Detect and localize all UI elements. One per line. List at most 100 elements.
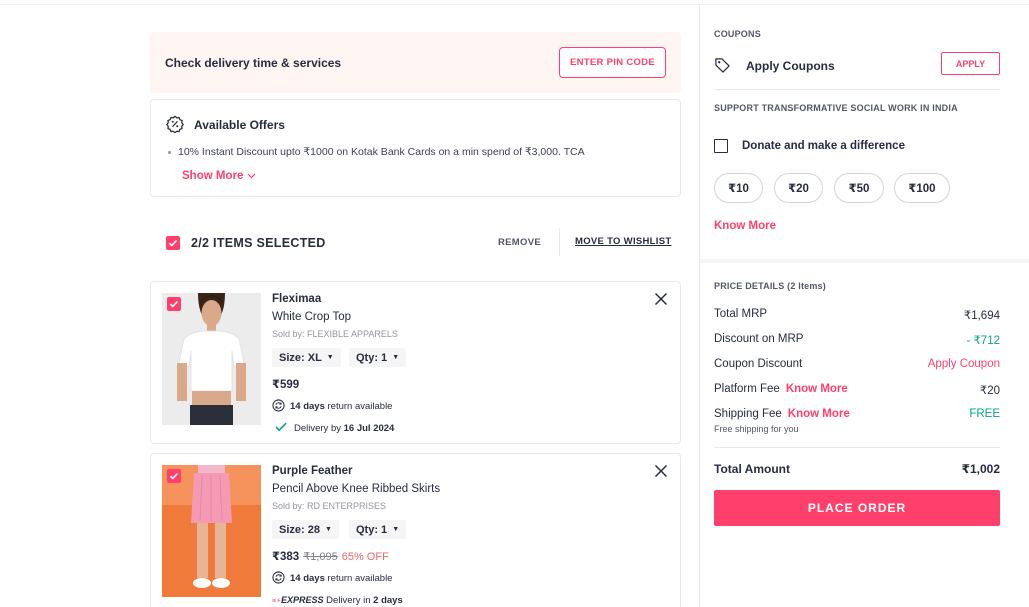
express-icon: ≡⚡: [272, 598, 281, 605]
caret-down-icon: ▼: [392, 526, 400, 533]
section-divider: [700, 259, 1029, 263]
check-icon: [275, 422, 287, 432]
donate-checkbox[interactable]: [714, 139, 728, 153]
offer-text: 10% Instant Discount upto ₹1000 on Kotak…: [178, 146, 585, 158]
platform-fee-label: Platform Fee: [714, 383, 780, 395]
cart-item-card: Purple Feather Pencil Above Knee Ribbed …: [150, 453, 681, 607]
total-mrp-value: ₹1,694: [963, 310, 1000, 322]
items-selected-label: 2/2 ITEMS SELECTED: [191, 236, 326, 250]
delivery-title: Check delivery time & services: [165, 56, 342, 70]
total-mrp-label: Total MRP: [714, 308, 768, 320]
delivery-estimate: Delivery by 16 Jul 2024: [294, 423, 394, 434]
enter-pin-code-button[interactable]: ENTER PIN CODE: [559, 47, 666, 78]
delivery-prefix: Delivery by: [294, 423, 344, 434]
platform-fee-row: Platform Fee Know More: [714, 383, 848, 395]
qty-value: Qty: 1: [356, 523, 388, 536]
shipping-fee-label: Shipping Fee: [714, 408, 782, 420]
express-delivery: ≡⚡EXPRESS Delivery in 2 days: [272, 595, 403, 606]
return-policy: 14 days return available: [290, 573, 392, 584]
qty-selector[interactable]: Qty: 1 ▼: [349, 348, 407, 367]
return-days: 14 days: [290, 401, 325, 412]
close-icon[interactable]: [654, 464, 668, 478]
donation-heading: SUPPORT TRANSFORMATIVE SOCIAL WORK IN IN…: [714, 103, 958, 113]
size-value: Size: 28: [279, 523, 320, 536]
product-name[interactable]: Pencil Above Knee Ribbed Skirts: [272, 483, 440, 495]
shipping-fee-value: FREE: [969, 408, 1000, 420]
item-checkbox[interactable]: [167, 469, 181, 483]
discount-value: - ₹712: [966, 335, 1000, 347]
delivery-date: 16 Jul 2024: [343, 423, 395, 434]
caret-down-icon: ▼: [326, 354, 334, 361]
size-value: Size: XL: [279, 351, 322, 364]
checkmark-icon: [169, 300, 179, 308]
cart-item-card: Fleximaa White Crop Top Sold by: FLEXIBL…: [150, 281, 681, 444]
move-to-wishlist-button[interactable]: MOVE TO WISHLIST: [575, 236, 671, 247]
total-amount-value: ₹1,002: [961, 462, 1000, 476]
return-label: return available: [324, 401, 393, 412]
original-mrp: ₹1,095: [303, 551, 338, 563]
apply-coupons-label: Apply Coupons: [746, 59, 835, 73]
qty-value: Qty: 1: [356, 351, 388, 364]
select-all-checkbox[interactable]: [166, 236, 180, 250]
show-more-label: Show More: [182, 170, 244, 182]
seller-name: Sold by: RD ENTERPRISES: [272, 501, 387, 511]
donate-label: Donate and make a difference: [742, 140, 905, 152]
product-brand[interactable]: Fleximaa: [272, 293, 321, 305]
selling-price: ₹599: [272, 379, 300, 391]
checkmark-icon: [169, 472, 179, 480]
column-divider: [699, 4, 700, 607]
divider: [714, 447, 1000, 448]
show-more-offers-link[interactable]: Show More: [182, 170, 256, 182]
size-selector[interactable]: Size: 28 ▼: [272, 520, 339, 539]
available-offers-box: Available Offers 10% Instant Discount up…: [150, 99, 681, 197]
item-checkbox[interactable]: [167, 297, 181, 311]
selling-price: ₹383: [272, 551, 300, 563]
apply-coupon-link[interactable]: Apply Coupon: [928, 358, 1000, 370]
close-icon[interactable]: [654, 292, 668, 306]
caret-down-icon: ▼: [324, 526, 332, 533]
offer-bullet: [168, 151, 171, 154]
product-image[interactable]: [162, 465, 261, 597]
coupons-heading: COUPONS: [714, 29, 761, 39]
donation-know-more-link[interactable]: Know More: [714, 220, 776, 232]
donation-amount-10[interactable]: ₹10: [714, 173, 763, 203]
caret-down-icon: ▼: [392, 354, 400, 361]
donation-amount-100[interactable]: ₹100: [894, 173, 950, 203]
seller-name: Sold by: FLEXIBLE APPARELS: [272, 329, 398, 339]
return-policy: 14 days return available: [290, 401, 392, 412]
discount-percent: 65% OFF: [341, 551, 389, 563]
top-divider: [0, 4, 1029, 5]
apply-coupon-button[interactable]: APPLY: [941, 52, 1000, 75]
shipping-fee-know-more-link[interactable]: Know More: [788, 408, 850, 420]
return-days: 14 days: [290, 573, 325, 584]
offers-title: Available Offers: [194, 118, 285, 132]
offer-badge-icon: [166, 115, 184, 133]
return-icon: [272, 399, 285, 412]
place-order-button[interactable]: PLACE ORDER: [714, 490, 1000, 526]
checkmark-icon: [168, 239, 178, 247]
product-image[interactable]: [162, 293, 261, 425]
price-details-heading: PRICE DETAILS (2 Items): [714, 281, 826, 291]
delivery-prefix: Delivery in: [323, 595, 374, 606]
delivery-date: 2 days: [373, 595, 403, 606]
qty-selector[interactable]: Qty: 1 ▼: [349, 520, 407, 539]
platform-fee-value: ₹20: [979, 385, 1000, 397]
remove-button[interactable]: REMOVE: [498, 237, 541, 248]
product-brand[interactable]: Purple Feather: [272, 465, 353, 477]
delivery-check-box: Check delivery time & services ENTER PIN…: [150, 32, 681, 93]
tag-icon: [715, 58, 730, 73]
product-price: ₹599: [272, 377, 299, 391]
donation-amount-50[interactable]: ₹50: [834, 173, 884, 203]
size-selector[interactable]: Size: XL ▼: [272, 348, 341, 367]
total-amount-label: Total Amount: [714, 462, 790, 476]
free-shipping-note: Free shipping for you: [714, 424, 799, 434]
return-icon: [272, 571, 285, 584]
donation-amount-20[interactable]: ₹20: [774, 173, 823, 203]
return-label: return available: [324, 573, 393, 584]
action-divider: [559, 228, 560, 256]
platform-fee-know-more-link[interactable]: Know More: [786, 383, 848, 395]
express-label: EXPRESS: [281, 595, 324, 605]
product-name[interactable]: White Crop Top: [272, 311, 351, 323]
product-price: ₹383 ₹1,095 65% OFF: [272, 549, 389, 563]
divider: [714, 89, 1000, 90]
